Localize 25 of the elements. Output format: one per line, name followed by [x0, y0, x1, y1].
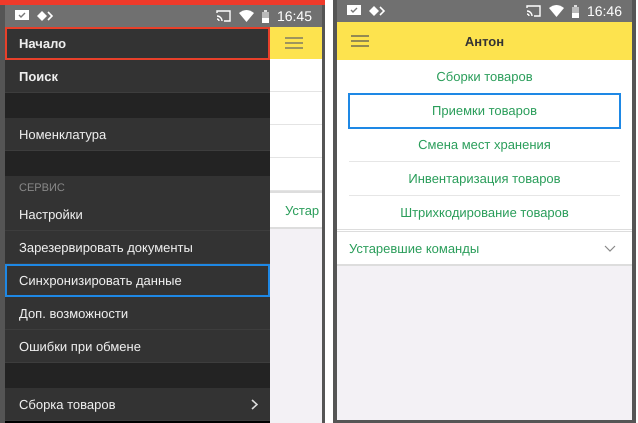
drawer-item[interactable]: Сборка товаров	[5, 388, 270, 421]
battery-icon	[572, 4, 579, 18]
wifi-icon	[238, 10, 254, 22]
section-header: СЕРВИС	[5, 176, 270, 198]
cast-icon	[216, 10, 231, 22]
drawer-item[interactable]: Настройки	[5, 198, 270, 231]
clock-time: 16:45	[276, 8, 312, 24]
menu-icon[interactable]	[351, 35, 369, 47]
drawer-item[interactable]: Доп. возможности	[5, 297, 270, 330]
drawer-item[interactable]: Поиск	[5, 60, 270, 93]
screen-icon	[347, 5, 361, 17]
drawer-item[interactable]: Ошибки при обмене	[5, 330, 270, 363]
screen-icon	[15, 10, 29, 22]
cast-icon	[526, 5, 541, 17]
drawer-item[interactable]: Начало	[5, 27, 270, 60]
diamond-icon	[369, 6, 385, 16]
drawer-item[interactable]: Синхронизировать данные	[5, 264, 270, 297]
wifi-icon	[548, 5, 564, 17]
drawer-item[interactable]: Зарезервировать документы	[5, 231, 270, 264]
battery-icon	[262, 10, 269, 22]
menu-icon[interactable]	[285, 37, 303, 49]
drawer-item[interactable]: Номенклатура	[5, 118, 270, 151]
screen-title: Антон	[464, 34, 504, 48]
diamond-icon	[37, 11, 53, 21]
clock-time: 16:46	[586, 3, 622, 19]
